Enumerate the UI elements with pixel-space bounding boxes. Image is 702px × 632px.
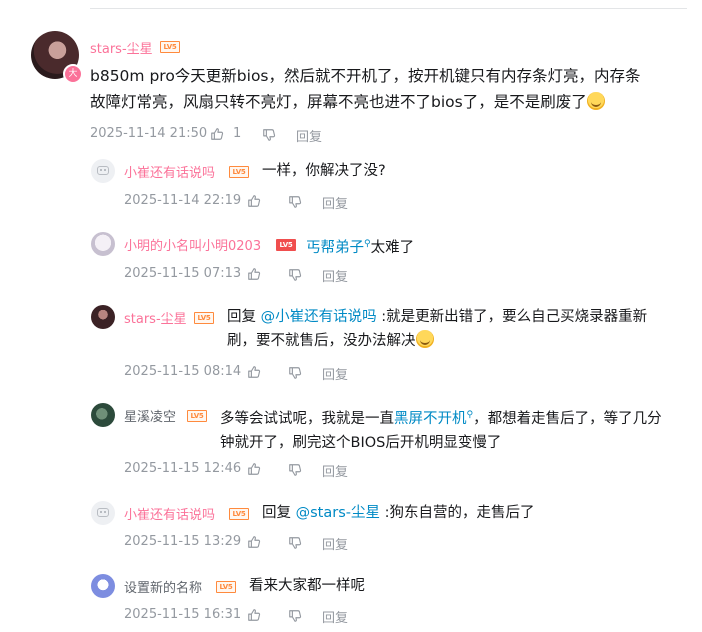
avatar[interactable] bbox=[91, 403, 115, 427]
big-member-badge: 大 bbox=[63, 64, 83, 84]
avatar[interactable] bbox=[91, 159, 115, 183]
mention-link[interactable]: @stars-尘星 bbox=[296, 505, 380, 521]
mention-link[interactable]: @小崔还有话说吗 bbox=[261, 309, 377, 325]
search-keyword-link[interactable]: 丐帮弟子 bbox=[306, 240, 364, 256]
reply-text: 一样，你解决了没? bbox=[262, 163, 386, 179]
reply-time: 2025-11-15 07:13 bbox=[124, 266, 242, 281]
level-badge: LV5 bbox=[194, 312, 214, 324]
like-count: 1 bbox=[233, 126, 242, 141]
reply-body: :狗东自营的，走售后了 bbox=[379, 505, 535, 521]
search-icon: ⚲ bbox=[364, 239, 371, 249]
reply-prefix: 回复 bbox=[227, 309, 256, 325]
username[interactable]: 小崔还有话说吗 bbox=[124, 504, 215, 523]
reply-button[interactable]: 回复 bbox=[296, 126, 322, 145]
reply-text-before: 多等会试试呢，我就是一直 bbox=[220, 410, 394, 427]
level-badge: LV5 bbox=[229, 508, 249, 520]
reply-time: 2025-11-15 16:31 bbox=[124, 607, 242, 622]
avatar[interactable] bbox=[91, 232, 115, 256]
username[interactable]: 星溪凌空 bbox=[124, 406, 176, 425]
username[interactable]: 小明的小名叫小明0203 bbox=[124, 235, 261, 254]
reply-time: 2025-11-14 22:19 bbox=[124, 193, 242, 208]
laugh-emoji-icon bbox=[586, 92, 605, 110]
avatar[interactable] bbox=[91, 501, 115, 525]
reply-prefix: 回复 bbox=[262, 505, 291, 521]
reply-button[interactable]: 回复 bbox=[322, 461, 348, 480]
comment-body: b850m pro今天更新bios，然后就不开机了，按开机键只有内存条灯亮，内存… bbox=[90, 67, 641, 111]
reply-button[interactable]: 回复 bbox=[322, 607, 348, 626]
search-keyword-link[interactable]: 黑屏不开机 bbox=[394, 411, 467, 427]
level-badge: LV5 bbox=[276, 239, 296, 251]
dislike-icon[interactable] bbox=[288, 195, 302, 209]
dislike-icon[interactable] bbox=[288, 536, 302, 550]
reply-text: 多等会试试呢，我就是一直黑屏不开机⚲，都想着走售后了，等了几分钟就开了，刷完这个… bbox=[220, 403, 675, 455]
username[interactable]: stars-尘星 bbox=[90, 38, 153, 57]
dislike-icon[interactable] bbox=[288, 609, 302, 623]
reply-time: 2025-11-15 13:29 bbox=[124, 534, 242, 549]
reply-text: 回复 @stars-尘星 :狗东自营的，走售后了 bbox=[262, 501, 534, 525]
username[interactable]: 设置新的名称 bbox=[124, 577, 202, 596]
reply-text: 丐帮弟子⚲太难了 bbox=[306, 232, 414, 260]
level-badge: LV5 bbox=[229, 166, 249, 178]
dislike-icon[interactable] bbox=[288, 366, 302, 380]
level-badge: LV5 bbox=[216, 581, 236, 593]
level-badge: LV5 bbox=[160, 41, 180, 53]
like-icon[interactable] bbox=[247, 462, 261, 476]
reply-button[interactable]: 回复 bbox=[322, 364, 348, 383]
reply-text-suffix: 太难了 bbox=[370, 239, 415, 256]
avatar[interactable] bbox=[91, 305, 115, 329]
like-icon[interactable] bbox=[247, 267, 261, 281]
level-badge: LV5 bbox=[187, 410, 207, 422]
laugh-emoji-icon bbox=[415, 330, 434, 348]
like-icon[interactable] bbox=[247, 365, 261, 379]
reply-button[interactable]: 回复 bbox=[322, 193, 348, 212]
like-icon[interactable] bbox=[247, 608, 261, 622]
username[interactable]: 小崔还有话说吗 bbox=[124, 162, 215, 181]
avatar[interactable] bbox=[91, 574, 115, 598]
reply-text: 看来大家都一样呢 bbox=[249, 578, 365, 594]
like-icon[interactable] bbox=[247, 535, 261, 549]
dislike-icon[interactable] bbox=[288, 268, 302, 282]
dislike-icon[interactable] bbox=[262, 128, 276, 142]
comment-text: b850m pro今天更新bios，然后就不开机了，按开机键只有内存条灯亮，内存… bbox=[90, 63, 650, 115]
top-divider bbox=[90, 8, 687, 9]
reply-time: 2025-11-15 12:46 bbox=[124, 461, 242, 476]
reply-button[interactable]: 回复 bbox=[322, 534, 348, 553]
reply-text: 回复 @小崔还有话说吗 :就是更新出错了，要么自己买烧录器重新刷，要不就售后，没… bbox=[227, 305, 667, 353]
username[interactable]: stars-尘星 bbox=[124, 308, 187, 327]
dislike-icon[interactable] bbox=[288, 463, 302, 477]
like-icon[interactable] bbox=[247, 194, 261, 208]
reply-button[interactable]: 回复 bbox=[322, 266, 348, 285]
like-icon[interactable] bbox=[210, 127, 224, 141]
comment-time: 2025-11-14 21:50 bbox=[90, 126, 208, 141]
reply-time: 2025-11-15 08:14 bbox=[124, 364, 242, 379]
